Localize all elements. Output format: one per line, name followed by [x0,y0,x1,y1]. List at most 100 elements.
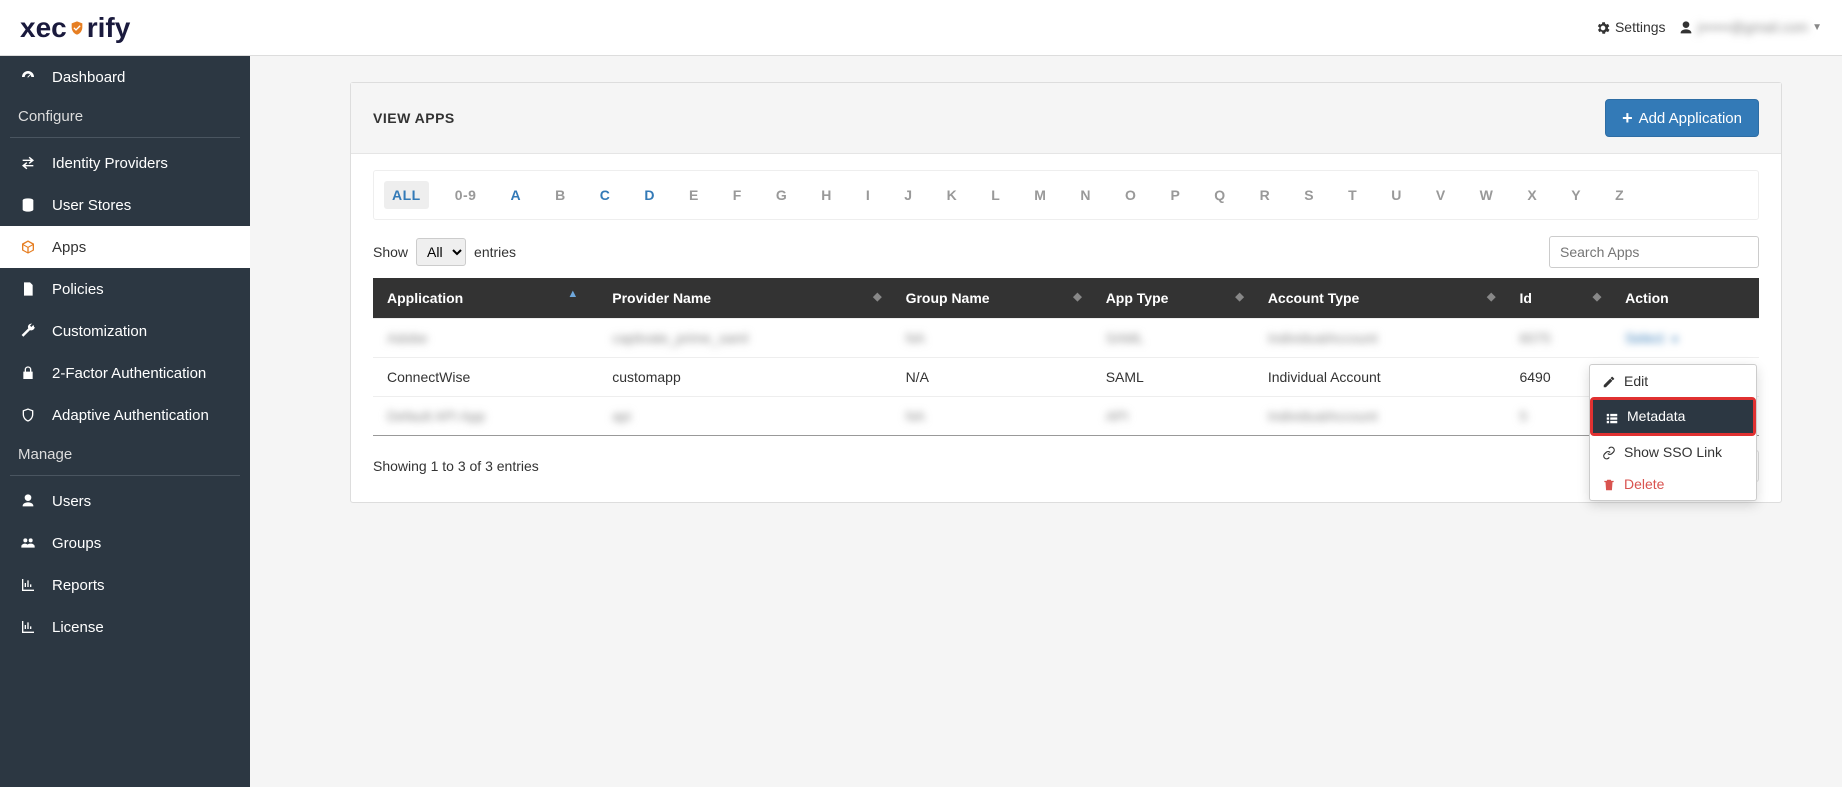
alpha-all[interactable]: ALL [384,181,429,209]
show-entries: Show All entries [373,238,516,266]
table-cell: ConnectWise [373,358,598,397]
database-icon [18,196,38,214]
table-cell: Default API App [373,397,598,436]
alpha-v[interactable]: V [1428,181,1454,209]
col-provider[interactable]: Provider Name◆ [598,278,891,319]
exchange-icon [18,154,38,172]
table-cell: NA [892,319,1092,358]
sidebar-item-customization[interactable]: Customization [0,310,250,352]
alpha-z[interactable]: Z [1607,181,1632,209]
dropdown-edit[interactable]: Edit [1590,365,1756,397]
sidebar-item-userstores[interactable]: User Stores [0,184,250,226]
sidebar-label: Dashboard [52,69,125,86]
alpha-p[interactable]: P [1162,181,1188,209]
list-icon [1605,408,1619,424]
table-row: ConnectWisecustomappN/ASAMLIndividual Ac… [373,358,1759,397]
col-apptype[interactable]: App Type◆ [1092,278,1254,319]
alpha-c[interactable]: C [592,181,619,209]
alpha-s[interactable]: S [1296,181,1322,209]
alpha-r[interactable]: R [1252,181,1279,209]
dashboard-icon [18,68,38,86]
view-apps-panel: VIEW APPS + Add Application ALL 0-9 ABCDEF… [350,82,1782,503]
main-content: VIEW APPS + Add Application ALL 0-9 ABCDEF… [250,56,1842,787]
table-cell: customapp [598,358,891,397]
alpha-j[interactable]: J [896,181,920,209]
sidebar-item-idp[interactable]: Identity Providers [0,142,250,184]
box-icon [18,238,38,256]
alpha-e[interactable]: E [681,181,707,209]
col-application[interactable]: Application▲ [373,278,598,319]
alpha-w[interactable]: W [1472,181,1502,209]
alpha-n[interactable]: N [1072,181,1099,209]
alpha-h[interactable]: H [813,181,840,209]
sidebar-heading-configure: Configure [0,98,250,133]
alpha-f[interactable]: F [725,181,750,209]
col-group[interactable]: Group Name◆ [892,278,1092,319]
alpha-y[interactable]: Y [1563,181,1589,209]
dropdown-metadata[interactable]: Metadata [1593,400,1753,432]
table-cell: IndividualAccount [1254,397,1506,436]
alpha-l[interactable]: L [983,181,1008,209]
pencil-icon [1602,373,1616,389]
table-cell: SAML [1092,358,1254,397]
panel-title: VIEW APPS [373,110,455,126]
col-id[interactable]: Id◆ [1505,278,1611,319]
sidebar-label: Reports [52,577,105,594]
apps-table: Application▲ Provider Name◆ Group Name◆ … [373,278,1759,436]
chevron-down-icon: ▼ [1812,22,1822,33]
alpha-q[interactable]: Q [1206,181,1233,209]
user-menu[interactable]: j••••••@gmail.com ▼ [1678,19,1822,36]
alpha-0-9[interactable]: 0-9 [447,181,485,209]
sidebar-item-adaptive[interactable]: Adaptive Authentication [0,394,250,436]
caret-down-icon: ▼ [1670,335,1680,346]
alpha-a[interactable]: A [502,181,529,209]
table-cell: Select ▼ [1611,319,1759,358]
entries-select[interactable]: All [416,238,466,266]
show-label: Show [373,244,408,260]
table-cell: IndividualAccount [1254,319,1506,358]
sidebar-item-apps[interactable]: Apps [0,226,250,268]
alpha-g[interactable]: G [768,181,795,209]
alpha-i[interactable]: I [858,181,878,209]
sidebar-item-users[interactable]: Users [0,480,250,522]
add-button-label: Add Application [1639,110,1742,127]
sidebar-label: Adaptive Authentication [52,407,209,424]
table-row: Adobecaptivate_prime_samlNASAMLIndividua… [373,319,1759,358]
sidebar-item-groups[interactable]: Groups [0,522,250,564]
select-dropdown: Edit Metadata Sh [1589,364,1757,501]
sidebar-item-2fa[interactable]: 2-Factor Authentication [0,352,250,394]
alpha-m[interactable]: M [1026,181,1054,209]
select-action[interactable]: Select ▼ [1625,330,1680,346]
plus-icon: + [1622,109,1633,127]
sidebar-item-license[interactable]: License [0,606,250,648]
alpha-u[interactable]: U [1383,181,1410,209]
alpha-k[interactable]: K [939,181,966,209]
dropdown-delete[interactable]: Delete [1590,468,1756,500]
table-info: Showing 1 to 3 of 3 entries [373,458,539,474]
user-icon [1678,19,1694,36]
search-input[interactable] [1549,236,1759,268]
sidebar-label: License [52,619,104,636]
table-row: Default API AppapiNAAPIIndividualAccount… [373,397,1759,436]
table-cell: api [598,397,891,436]
dropdown-sso[interactable]: Show SSO Link [1590,436,1756,468]
alpha-b[interactable]: B [547,181,574,209]
col-account[interactable]: Account Type◆ [1254,278,1506,319]
sidebar-item-policies[interactable]: Policies [0,268,250,310]
sidebar-label: Identity Providers [52,155,168,172]
sidebar-label: Customization [52,323,147,340]
table-cell: 6075 [1505,319,1611,358]
alpha-x[interactable]: X [1519,181,1545,209]
shield-icon [69,14,85,42]
table-cell: Adobe [373,319,598,358]
dropdown-sso-label: Show SSO Link [1624,444,1722,460]
alpha-t[interactable]: T [1340,181,1365,209]
add-application-button[interactable]: + Add Application [1605,99,1759,137]
settings-link[interactable]: Settings [1595,19,1666,36]
sidebar-label: Apps [52,239,86,256]
sidebar-item-dashboard[interactable]: Dashboard [0,56,250,98]
alpha-d[interactable]: D [636,181,663,209]
sidebar-label: Users [52,493,91,510]
alpha-o[interactable]: O [1117,181,1144,209]
sidebar-item-reports[interactable]: Reports [0,564,250,606]
